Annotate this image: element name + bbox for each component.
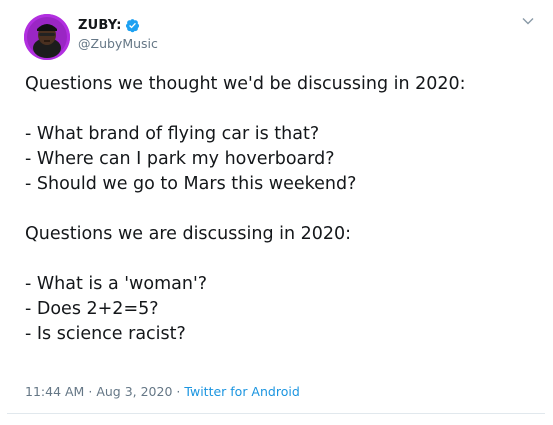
- tweet-card: ZUBY: @ZubyMusic Questions we thought we…: [7, 0, 545, 414]
- meta-separator: ·: [88, 384, 93, 399]
- author-block: ZUBY: @ZubyMusic: [78, 17, 158, 52]
- tweet-meta: 11:44 AM · Aug 3, 2020 · Twitter for Android: [25, 384, 300, 399]
- list-item: - Where can I park my hoverboard?: [25, 149, 335, 169]
- list-item: - Should we go to Mars this weekend?: [25, 174, 357, 194]
- tweet-source-link[interactable]: Twitter for Android: [184, 384, 299, 399]
- avatar[interactable]: [24, 14, 70, 60]
- profile-avatar-icon: [24, 14, 70, 60]
- list-item: - Does 2+2=5?: [25, 299, 159, 319]
- tweet-date[interactable]: Aug 3, 2020: [96, 384, 172, 399]
- display-name[interactable]: ZUBY:: [78, 18, 122, 33]
- list-item: - What is a 'woman'?: [25, 274, 208, 294]
- tweet-paragraph: Questions we are discussing in 2020:: [25, 224, 352, 244]
- list-item: - Is science racist?: [25, 324, 186, 344]
- user-handle[interactable]: @ZubyMusic: [78, 36, 158, 51]
- meta-separator: ·: [176, 384, 181, 399]
- list-item: - What brand of flying car is that?: [25, 124, 320, 144]
- tweet-time[interactable]: 11:44 AM: [25, 384, 84, 399]
- chevron-down-icon[interactable]: [521, 14, 535, 28]
- verified-badge-icon: [125, 18, 139, 32]
- tweet-paragraph: Questions we thought we'd be discussing …: [25, 74, 466, 94]
- tweet-text: Questions we thought we'd be discussing …: [25, 72, 525, 347]
